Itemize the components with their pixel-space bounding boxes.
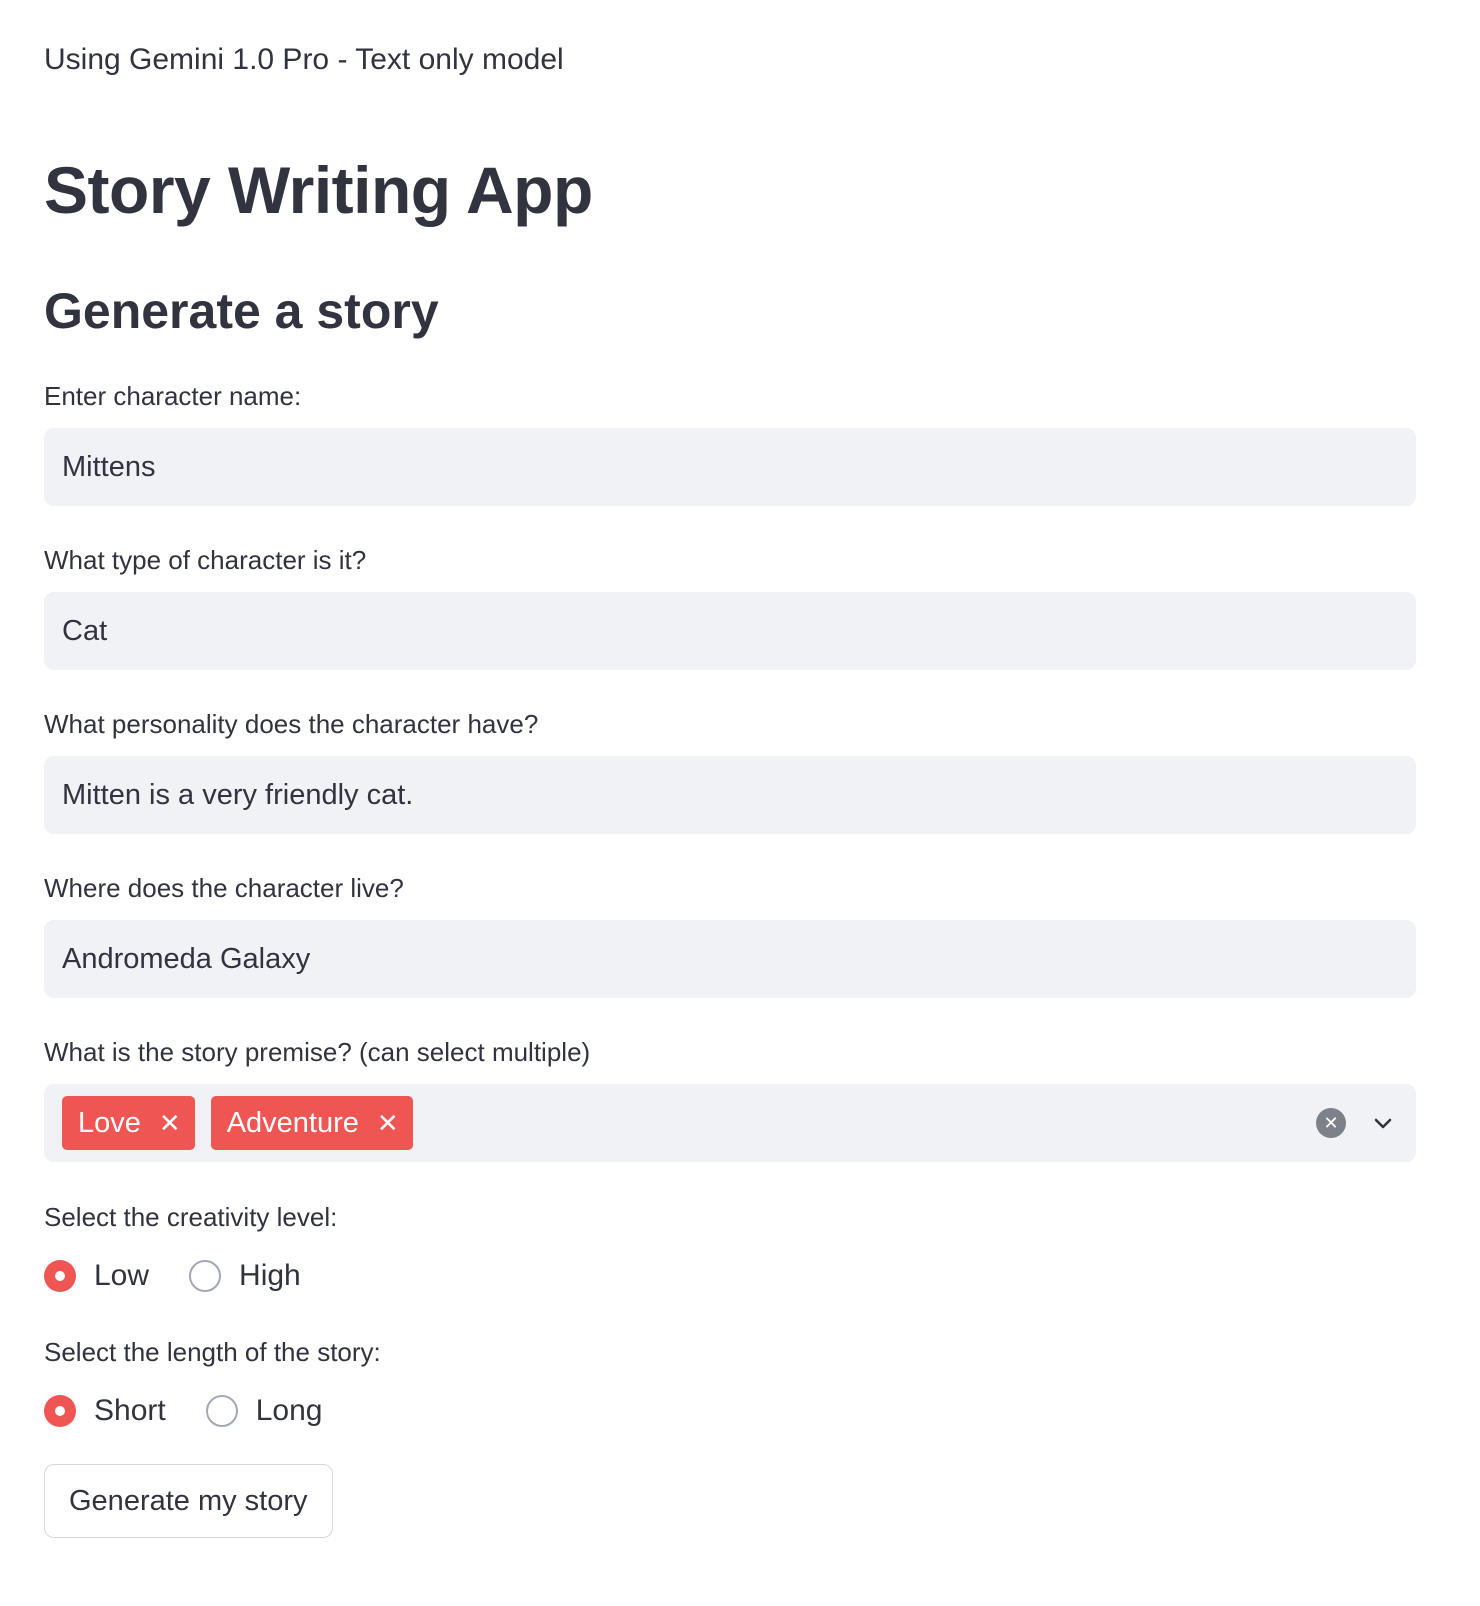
creativity-radio-group: Low High [44, 1256, 341, 1296]
length-radio-group: Short Long [44, 1391, 362, 1431]
radio-option-label: Short [94, 1394, 166, 1427]
radio-option-label: Long [255, 1394, 323, 1427]
length-label: Select the length of the story: [44, 1337, 381, 1367]
model-caption: Using Gemini 1.0 Pro - Text only model [44, 43, 564, 76]
chevron-down-icon-svg [1374, 1118, 1392, 1129]
location-label: Where does the character live? [44, 873, 404, 903]
length-option-long[interactable]: Long [205, 1391, 323, 1431]
remove-tag-icon[interactable]: ✕ [159, 1108, 181, 1139]
character-type-input[interactable] [44, 592, 1416, 670]
premise-tag-label: Love [78, 1106, 141, 1139]
remove-tag-icon[interactable]: ✕ [377, 1108, 399, 1139]
premise-tag-adventure: Adventure ✕ [210, 1096, 413, 1150]
radio-unchecked-icon [189, 1260, 222, 1292]
character-name-label: Enter character name: [44, 381, 302, 411]
page-title: Story Writing App [44, 153, 593, 227]
clear-all-icon[interactable]: ✕ [1316, 1108, 1346, 1138]
creativity-option-low[interactable]: Low [44, 1256, 149, 1296]
generate-story-button[interactable]: Generate my story [44, 1464, 333, 1538]
premise-tag-love: Love ✕ [62, 1096, 195, 1150]
multiselect-controls: ✕ [1316, 1108, 1398, 1138]
creativity-label: Select the creativity level: [44, 1202, 338, 1232]
radio-checked-icon [44, 1260, 76, 1292]
personality-input[interactable] [44, 756, 1416, 834]
radio-option-label: Low [94, 1259, 150, 1292]
character-name-input[interactable] [44, 428, 1416, 506]
radio-checked-icon [44, 1395, 76, 1427]
radio-option-label: High [239, 1259, 301, 1292]
premise-tag-label: Adventure [226, 1106, 359, 1139]
section-subtitle: Generate a story [44, 283, 439, 339]
character-type-label: What type of character is it? [44, 545, 367, 575]
length-option-short[interactable]: Short [44, 1391, 166, 1431]
radio-unchecked-icon [205, 1395, 238, 1427]
premise-multiselect[interactable]: Love ✕ Adventure ✕ ✕ [44, 1084, 1416, 1162]
chevron-down-icon[interactable] [1368, 1108, 1398, 1138]
creativity-option-high[interactable]: High [189, 1256, 301, 1296]
premise-label: What is the story premise? (can select m… [44, 1037, 591, 1067]
personality-label: What personality does the character have… [44, 709, 539, 739]
location-input[interactable] [44, 920, 1416, 998]
